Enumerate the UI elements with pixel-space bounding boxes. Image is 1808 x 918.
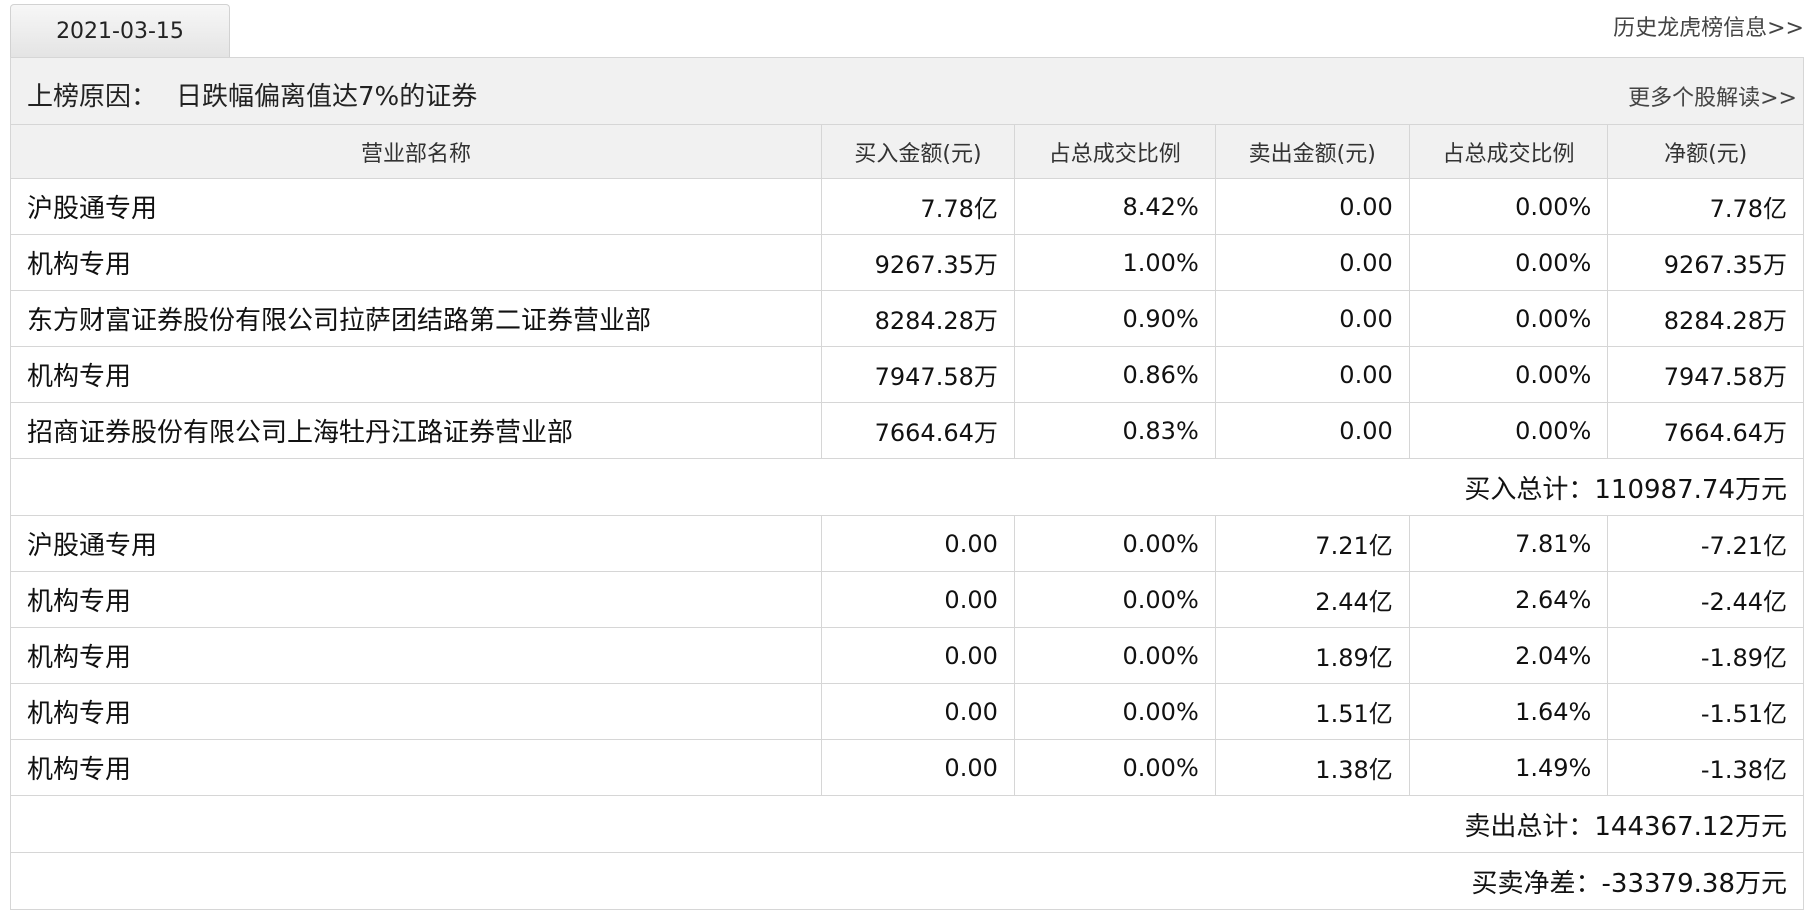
buy-amount: 0.00 xyxy=(821,683,1015,740)
sell-ratio: 1.64% xyxy=(1408,683,1609,740)
net-amount: 7.78亿 xyxy=(1607,178,1803,235)
table-row: 机构专用 0.00 0.00% 1.89亿 2.04% -1.89亿 xyxy=(11,627,1803,684)
branch-name[interactable]: 沪股通专用 xyxy=(11,515,823,572)
buy-amount: 8284.28万 xyxy=(821,290,1015,347)
more-analysis-link[interactable]: 更多个股解读>> xyxy=(1628,80,1797,112)
table-row: 机构专用 7947.58万 0.86% 0.00 0.00% 7947.58万 xyxy=(11,346,1803,403)
sell-amount: 7.21亿 xyxy=(1214,515,1410,572)
table-header-row: 营业部名称 买入金额(元) 占总成交比例 卖出金额(元) 占总成交比例 净额(元… xyxy=(11,125,1803,179)
net-amount: -7.21亿 xyxy=(1607,515,1803,572)
sell-ratio: 0.00% xyxy=(1408,178,1609,235)
buy-amount: 0.00 xyxy=(821,627,1015,684)
sell-total-row: 卖出总计：144367.12万元 xyxy=(11,795,1803,853)
buy-ratio: 0.00% xyxy=(1013,571,1216,628)
sell-total: 卖出总计：144367.12万元 xyxy=(11,795,1803,853)
buy-section: 沪股通专用 7.78亿 8.42% 0.00 0.00% 7.78亿 机构专用 9267.35… xyxy=(11,178,1803,459)
branch-name[interactable]: 机构专用 xyxy=(11,683,823,740)
buy-amount: 7.78亿 xyxy=(821,178,1015,235)
sell-ratio: 0.00% xyxy=(1408,290,1609,347)
sell-ratio: 7.81% xyxy=(1408,515,1609,572)
reason-bar: 上榜原因： 日跌幅偏离值达7%的证券 更多个股解读>> xyxy=(11,58,1803,125)
totals-section: 卖出总计：144367.12万元 买卖净差：-33379.38万元 xyxy=(11,795,1803,909)
net-amount: 8284.28万 xyxy=(1607,290,1803,347)
branch-name[interactable]: 机构专用 xyxy=(11,234,823,291)
buy-total-section: 买入总计：110987.74万元 xyxy=(11,458,1803,516)
reason-text: 日跌幅偏离值达7%的证券 xyxy=(176,82,478,112)
buy-ratio: 1.00% xyxy=(1013,234,1216,291)
sell-amount: 0.00 xyxy=(1214,402,1410,459)
table-row: 机构专用 0.00 0.00% 1.51亿 1.64% -1.51亿 xyxy=(11,683,1803,740)
buy-ratio: 0.90% xyxy=(1013,290,1216,347)
sell-amount: 2.44亿 xyxy=(1214,571,1410,628)
table-row: 机构专用 9267.35万 1.00% 0.00 0.00% 9267.35万 xyxy=(11,234,1803,291)
branch-name[interactable]: 机构专用 xyxy=(11,346,823,403)
buy-ratio: 8.42% xyxy=(1013,178,1216,235)
sell-section: 沪股通专用 0.00 0.00% 7.21亿 7.81% -7.21亿 机构专用 0.00 0.… xyxy=(11,515,1803,796)
sell-amount: 1.51亿 xyxy=(1214,683,1410,740)
buy-ratio: 0.00% xyxy=(1013,627,1216,684)
branch-name[interactable]: 沪股通专用 xyxy=(11,178,823,235)
net-amount: -1.38亿 xyxy=(1607,739,1803,796)
buy-amount: 7947.58万 xyxy=(821,346,1015,403)
buy-amount: 0.00 xyxy=(821,571,1015,628)
branch-name[interactable]: 招商证券股份有限公司上海牡丹江路证券营业部 xyxy=(11,402,823,459)
column-header-sell-ratio: 占总成交比例 xyxy=(1408,125,1609,179)
net-amount: -1.89亿 xyxy=(1607,627,1803,684)
sell-ratio: 2.64% xyxy=(1408,571,1609,628)
net-total: 买卖净差：-33379.38万元 xyxy=(11,852,1803,909)
buy-amount: 9267.35万 xyxy=(821,234,1015,291)
net-amount: -1.51亿 xyxy=(1607,683,1803,740)
buy-amount: 0.00 xyxy=(821,515,1015,572)
net-amount: 9267.35万 xyxy=(1607,234,1803,291)
sell-amount: 1.89亿 xyxy=(1214,627,1410,684)
branch-name[interactable]: 机构专用 xyxy=(11,571,823,628)
sell-amount: 0.00 xyxy=(1214,234,1410,291)
sell-ratio: 0.00% xyxy=(1408,346,1609,403)
sell-ratio: 2.04% xyxy=(1408,627,1609,684)
net-amount: 7947.58万 xyxy=(1607,346,1803,403)
buy-ratio: 0.86% xyxy=(1013,346,1216,403)
buy-amount: 0.00 xyxy=(821,739,1015,796)
branch-name[interactable]: 机构专用 xyxy=(11,739,823,796)
date-tab[interactable]: 2021-03-15 xyxy=(10,4,230,57)
column-header-net: 净额(元) xyxy=(1607,125,1803,179)
billboard-panel: 上榜原因： 日跌幅偏离值达7%的证券 更多个股解读>> 营业部名称 买入金额(元… xyxy=(10,57,1804,910)
table-row: 招商证券股份有限公司上海牡丹江路证券营业部 7664.64万 0.83% 0.00 0.… xyxy=(11,402,1803,459)
buy-amount: 7664.64万 xyxy=(821,402,1015,459)
history-link[interactable]: 历史龙虎榜信息>> xyxy=(1613,10,1804,42)
reason-label: 上榜原因： xyxy=(27,82,158,112)
sell-ratio: 0.00% xyxy=(1408,402,1609,459)
sell-amount: 0.00 xyxy=(1214,178,1410,235)
table-row: 沪股通专用 7.78亿 8.42% 0.00 0.00% 7.78亿 xyxy=(11,178,1803,235)
buy-ratio: 0.83% xyxy=(1013,402,1216,459)
column-header-branch: 营业部名称 xyxy=(11,125,823,179)
table-row: 沪股通专用 0.00 0.00% 7.21亿 7.81% -7.21亿 xyxy=(11,515,1803,572)
buy-ratio: 0.00% xyxy=(1013,683,1216,740)
billboard-table: 营业部名称 买入金额(元) 占总成交比例 卖出金额(元) 占总成交比例 净额(元… xyxy=(11,125,1803,909)
table-row: 机构专用 0.00 0.00% 1.38亿 1.49% -1.38亿 xyxy=(11,739,1803,796)
net-amount: 7664.64万 xyxy=(1607,402,1803,459)
branch-name[interactable]: 机构专用 xyxy=(11,627,823,684)
sell-amount: 0.00 xyxy=(1214,346,1410,403)
column-header-buy-amount: 买入金额(元) xyxy=(821,125,1015,179)
table-row: 机构专用 0.00 0.00% 2.44亿 2.64% -2.44亿 xyxy=(11,571,1803,628)
buy-ratio: 0.00% xyxy=(1013,739,1216,796)
column-header-buy-ratio: 占总成交比例 xyxy=(1013,125,1216,179)
branch-name[interactable]: 东方财富证券股份有限公司拉萨团结路第二证券营业部 xyxy=(11,290,823,347)
sell-ratio: 1.49% xyxy=(1408,739,1609,796)
sell-amount: 1.38亿 xyxy=(1214,739,1410,796)
net-total-row: 买卖净差：-33379.38万元 xyxy=(11,852,1803,909)
sell-ratio: 0.00% xyxy=(1408,234,1609,291)
column-header-sell-amount: 卖出金额(元) xyxy=(1214,125,1410,179)
top-bar: 2021-03-15 历史龙虎榜信息>> xyxy=(0,0,1808,58)
net-amount: -2.44亿 xyxy=(1607,571,1803,628)
buy-ratio: 0.00% xyxy=(1013,515,1216,572)
sell-amount: 0.00 xyxy=(1214,290,1410,347)
buy-total-row: 买入总计：110987.74万元 xyxy=(11,458,1803,516)
table-row: 东方财富证券股份有限公司拉萨团结路第二证券营业部 8284.28万 0.90% 0.0… xyxy=(11,290,1803,347)
buy-total: 买入总计：110987.74万元 xyxy=(11,458,1803,516)
